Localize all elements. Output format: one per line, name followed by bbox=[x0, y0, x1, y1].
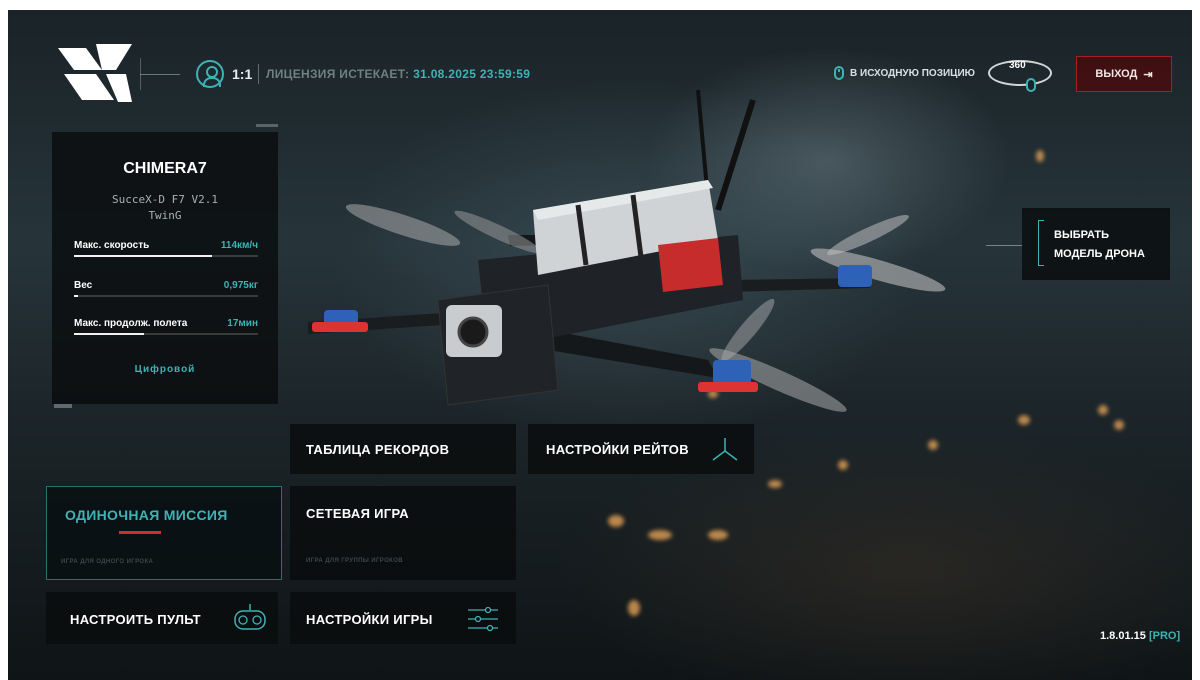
bokeh-light bbox=[708, 530, 728, 540]
game-settings-label: НАСТРОЙКИ ИГРЫ bbox=[306, 612, 433, 627]
controller-setup-button[interactable]: НАСТРОИТЬ ПУЛЬТ bbox=[46, 592, 278, 644]
license-expiry: ЛИЦЕНЗИЯ ИСТЕКАЕТ: 31.08.2025 23:59:59 bbox=[266, 67, 530, 81]
bracket-decoration bbox=[1038, 220, 1044, 266]
propeller bbox=[827, 214, 909, 256]
single-mission-label: ОДИНОЧНАЯ МИССИЯ bbox=[65, 507, 228, 523]
rotate-label: 360 bbox=[1009, 60, 1026, 71]
propeller bbox=[454, 210, 542, 254]
bokeh-light bbox=[608, 515, 624, 527]
stat-label: Макс. скорость bbox=[74, 240, 150, 251]
panel-corner bbox=[256, 124, 278, 127]
leaderboard-button[interactable]: ТАБЛИЦА РЕКОРДОВ bbox=[290, 424, 516, 474]
bokeh-light bbox=[768, 480, 782, 488]
gamepad-icon bbox=[234, 604, 266, 630]
stat-max-speed: Макс. скорость 114км/ч bbox=[74, 240, 258, 257]
top-cropped-text bbox=[0, 0, 1200, 10]
single-mission-subtitle: ИГРА ДЛЯ ОДНОГО ИГРОКА bbox=[61, 559, 154, 565]
rotate-360-button[interactable]: 360 bbox=[986, 56, 1056, 96]
select-drone-label: ВЫБРАТЬ МОДЕЛЬ ДРОНА bbox=[1054, 229, 1145, 260]
select-drone-button[interactable]: ВЫБРАТЬ МОДЕЛЬ ДРОНА bbox=[1022, 208, 1170, 280]
header-divider bbox=[258, 64, 259, 84]
propeller bbox=[345, 204, 461, 246]
stat-label: Макс. продолж. полета bbox=[74, 318, 188, 329]
antenna bbox=[715, 99, 756, 211]
exit-label: ВЫХОД bbox=[1095, 68, 1138, 80]
drone-name: CHIMERA7 bbox=[123, 160, 207, 177]
propeller bbox=[810, 248, 946, 292]
version-number: 1.8.01.15 bbox=[1100, 630, 1146, 642]
rates-settings-label: НАСТРОЙКИ РЕЙТОВ bbox=[546, 442, 689, 457]
bokeh-light bbox=[928, 440, 938, 450]
drone-3d-model[interactable] bbox=[298, 60, 978, 420]
rates-settings-button[interactable]: НАСТРОЙКИ РЕЙТОВ bbox=[528, 424, 754, 474]
panel-corner bbox=[54, 404, 72, 408]
stat-flight-time: Макс. продолж. полета 17мин bbox=[74, 318, 258, 335]
stat-value: 0,975кг bbox=[223, 280, 258, 291]
reset-position-label: В ИСХОДНУЮ ПОЗИЦИЮ bbox=[850, 67, 975, 79]
app-logo bbox=[58, 44, 132, 102]
red-plate bbox=[658, 238, 723, 292]
stat-bar bbox=[74, 295, 78, 297]
bokeh-light bbox=[1098, 405, 1108, 415]
game-main-menu: 1:1 ЛИЦЕНЗИЯ ИСТЕКАЕТ: 31.08.2025 23:59:… bbox=[8, 10, 1192, 680]
leaderboard-label: ТАБЛИЦА РЕКОРДОВ bbox=[306, 442, 450, 457]
stat-value: 114км/ч bbox=[220, 240, 258, 251]
version-edition: [PRO] bbox=[1148, 630, 1181, 642]
stat-value: 17мин bbox=[227, 318, 258, 329]
motor-mount bbox=[312, 322, 368, 332]
mouse-icon bbox=[834, 66, 844, 80]
camera-lens bbox=[457, 316, 489, 348]
bokeh-light bbox=[628, 600, 640, 616]
active-indicator bbox=[119, 531, 161, 534]
bokeh-light bbox=[838, 460, 848, 470]
version-label: 1.8.01.15 [PRO] bbox=[1100, 630, 1180, 642]
user-profile-icon[interactable] bbox=[196, 60, 224, 88]
motor bbox=[838, 265, 872, 287]
game-settings-button[interactable]: НАСТРОЙКИ ИГРЫ bbox=[290, 592, 516, 644]
stat-bar bbox=[74, 333, 144, 335]
motor-mount bbox=[698, 382, 758, 392]
drone-info-panel: CHIMERA7 SucceX-D F7 V2.1 TwinG Макс. ск… bbox=[52, 132, 278, 404]
reset-position-button[interactable]: В ИСХОДНУЮ ПОЗИЦИЮ bbox=[834, 66, 975, 80]
rates-icon bbox=[712, 438, 738, 461]
license-date: 31.08.2025 23:59:59 bbox=[413, 67, 531, 81]
bokeh-light bbox=[1018, 415, 1030, 425]
flight-controller: SucceX-D F7 V2.1 TwinG bbox=[52, 192, 278, 224]
propeller bbox=[721, 298, 775, 362]
video-type: Цифровой bbox=[134, 364, 196, 375]
stat-label: Вес bbox=[74, 280, 93, 291]
network-game-label: СЕТЕВАЯ ИГРА bbox=[306, 506, 409, 521]
front-right-arm bbox=[548, 330, 718, 378]
bokeh-light bbox=[1036, 150, 1044, 162]
network-game-button[interactable]: СЕТЕВАЯ ИГРА ИГРА ДЛЯ ГРУППЫ ИГРОКОВ bbox=[290, 486, 516, 580]
exit-button[interactable]: ВЫХОД ⇥ bbox=[1076, 56, 1172, 92]
stat-weight: Вес 0,975кг bbox=[74, 280, 258, 297]
stat-bar bbox=[74, 255, 212, 257]
bokeh-light bbox=[648, 530, 672, 540]
mouse-icon bbox=[1026, 78, 1036, 92]
logo-connector bbox=[140, 74, 180, 75]
bokeh-light bbox=[1114, 420, 1124, 430]
players-ratio: 1:1 bbox=[232, 66, 253, 82]
flight-controller-line: TwinG bbox=[148, 209, 182, 222]
single-mission-button[interactable]: ОДИНОЧНАЯ МИССИЯ ИГРА ДЛЯ ОДНОГО ИГРОКА bbox=[46, 486, 282, 580]
license-label: ЛИЦЕНЗИЯ ИСТЕКАЕТ: bbox=[266, 67, 410, 81]
exit-icon: ⇥ bbox=[1143, 68, 1153, 81]
select-drone-connector bbox=[986, 245, 1022, 246]
network-game-subtitle: ИГРА ДЛЯ ГРУППЫ ИГРОКОВ bbox=[306, 558, 404, 564]
sliders-icon bbox=[468, 606, 498, 632]
controller-setup-label: НАСТРОИТЬ ПУЛЬТ bbox=[70, 612, 201, 627]
flight-controller-line: SucceX-D F7 V2.1 bbox=[112, 193, 218, 206]
